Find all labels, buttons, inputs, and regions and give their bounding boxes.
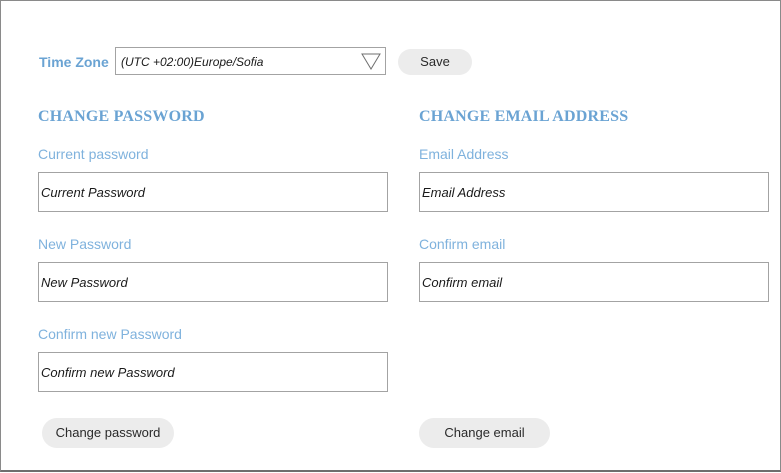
- change-email-button[interactable]: Change email: [419, 418, 550, 448]
- time-zone-label: Time Zone: [39, 54, 109, 70]
- change-email-heading: CHANGE EMAIL ADDRESS: [419, 108, 629, 125]
- new-password-input[interactable]: New Password: [38, 262, 388, 302]
- new-password-placeholder: New Password: [41, 275, 128, 290]
- settings-panel: Time Zone (UTC +02:00)Europe/Sofia Save …: [0, 0, 781, 472]
- confirm-email-label: Confirm email: [419, 236, 506, 252]
- confirm-new-password-input[interactable]: Confirm new Password: [38, 352, 388, 392]
- current-password-input[interactable]: Current Password: [38, 172, 388, 212]
- email-address-input[interactable]: Email Address: [419, 172, 769, 212]
- current-password-placeholder: Current Password: [41, 185, 146, 200]
- new-password-label: New Password: [38, 236, 132, 252]
- confirm-new-password-label: Confirm new Password: [38, 326, 182, 342]
- email-address-placeholder: Email Address: [422, 185, 506, 200]
- save-timezone-button[interactable]: Save: [398, 49, 472, 75]
- confirm-email-placeholder: Confirm email: [422, 275, 503, 290]
- time-zone-selected-value: (UTC +02:00)Europe/Sofia: [121, 55, 264, 69]
- confirm-email-input[interactable]: Confirm email: [419, 262, 769, 302]
- confirm-new-password-placeholder: Confirm new Password: [41, 365, 175, 380]
- change-password-button[interactable]: Change password: [42, 418, 174, 448]
- change-password-heading: CHANGE PASSWORD: [38, 108, 205, 125]
- chevron-down-icon[interactable]: [361, 53, 381, 70]
- time-zone-select[interactable]: (UTC +02:00)Europe/Sofia: [115, 47, 386, 75]
- current-password-label: Current password: [38, 146, 149, 162]
- email-address-label: Email Address: [419, 146, 509, 162]
